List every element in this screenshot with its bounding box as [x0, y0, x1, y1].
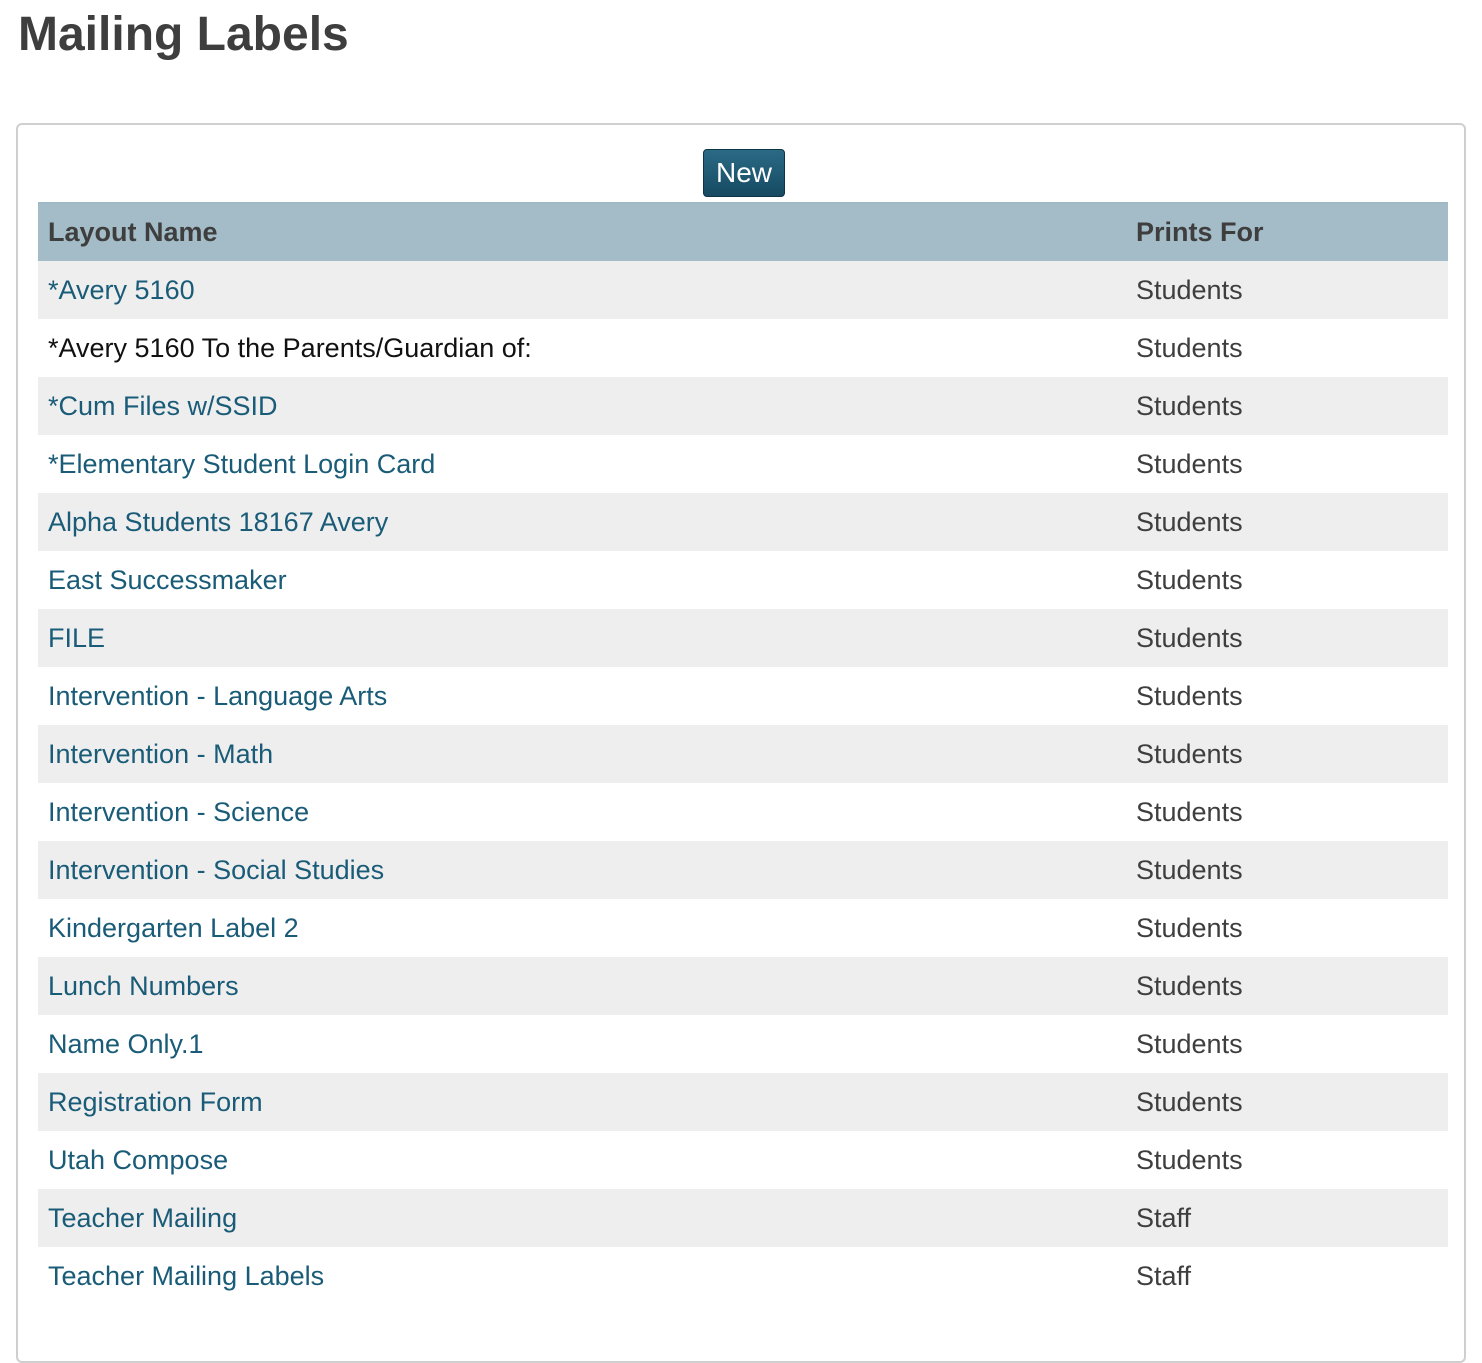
layout-name-text: *Avery 5160 To the Parents/Guardian of:	[48, 332, 532, 363]
table-row: *Avery 5160 To the Parents/Guardian of: S…	[38, 319, 1448, 377]
prints-for-cell: Students	[1126, 667, 1448, 725]
layout-link[interactable]: Utah Compose	[48, 1145, 228, 1175]
table-row: FILE Students	[38, 609, 1448, 667]
layout-link[interactable]: Lunch Numbers	[48, 971, 239, 1001]
table-row: Teacher Mailing Labels Staff	[38, 1247, 1448, 1305]
table-row: Intervention - Science Students	[38, 783, 1448, 841]
prints-for-cell: Students	[1126, 783, 1448, 841]
column-header-layout-name[interactable]: Layout Name	[38, 202, 1126, 261]
layout-link[interactable]: Registration Form	[48, 1087, 263, 1117]
layout-name-cell: *Cum Files w/SSID	[38, 377, 1126, 435]
table-header-row: Layout Name Prints For	[38, 202, 1448, 261]
table-row: Intervention - Language Arts Students	[38, 667, 1448, 725]
layout-link[interactable]: Intervention - Math	[48, 739, 273, 769]
layout-name-cell: Lunch Numbers	[38, 957, 1126, 1015]
layout-name-cell: Intervention - Language Arts	[38, 667, 1126, 725]
layout-name-cell: Registration Form	[38, 1073, 1126, 1131]
table-row: Teacher Mailing Staff	[38, 1189, 1448, 1247]
prints-for-cell: Students	[1126, 319, 1448, 377]
new-button[interactable]: New	[703, 149, 785, 197]
layout-name-cell: East Successmaker	[38, 551, 1126, 609]
layout-name-cell: *Elementary Student Login Card	[38, 435, 1126, 493]
table-row: *Elementary Student Login Card Students	[38, 435, 1448, 493]
layout-link[interactable]: Teacher Mailing	[48, 1203, 237, 1233]
layout-name-cell: *Avery 5160 To the Parents/Guardian of:	[38, 319, 1126, 377]
prints-for-cell: Students	[1126, 261, 1448, 319]
layout-link[interactable]: Intervention - Language Arts	[48, 681, 387, 711]
layout-link[interactable]: Teacher Mailing Labels	[48, 1261, 324, 1291]
layout-link[interactable]: Intervention - Science	[48, 797, 309, 827]
layout-name-cell: Alpha Students 18167 Avery	[38, 493, 1126, 551]
table-row: Lunch Numbers Students	[38, 957, 1448, 1015]
table-row: Kindergarten Label 2 Students	[38, 899, 1448, 957]
layout-name-cell: Teacher Mailing	[38, 1189, 1126, 1247]
prints-for-cell: Students	[1126, 551, 1448, 609]
table-row: East Successmaker Students	[38, 551, 1448, 609]
layout-name-cell: Intervention - Math	[38, 725, 1126, 783]
table-row: Registration Form Students	[38, 1073, 1448, 1131]
table-row: Intervention - Social Studies Students	[38, 841, 1448, 899]
table-row: Name Only.1 Students	[38, 1015, 1448, 1073]
prints-for-cell: Students	[1126, 609, 1448, 667]
prints-for-cell: Staff	[1126, 1189, 1448, 1247]
layout-link[interactable]: Intervention - Social Studies	[48, 855, 384, 885]
layout-name-cell: *Avery 5160	[38, 261, 1126, 319]
layout-link[interactable]: *Elementary Student Login Card	[48, 449, 435, 479]
layout-link[interactable]: FILE	[48, 623, 105, 653]
layout-name-cell: Teacher Mailing Labels	[38, 1247, 1126, 1305]
prints-for-cell: Students	[1126, 841, 1448, 899]
prints-for-cell: Students	[1126, 899, 1448, 957]
layout-name-cell: Kindergarten Label 2	[38, 899, 1126, 957]
prints-for-cell: Students	[1126, 957, 1448, 1015]
table-row: Utah Compose Students	[38, 1131, 1448, 1189]
prints-for-cell: Students	[1126, 1131, 1448, 1189]
layouts-table: Layout Name Prints For *Avery 5160 Studen…	[38, 202, 1448, 1305]
layout-name-cell: Intervention - Science	[38, 783, 1126, 841]
layout-link[interactable]: *Avery 5160	[48, 275, 195, 305]
layout-name-cell: Intervention - Social Studies	[38, 841, 1126, 899]
table-body: *Avery 5160 Students *Avery 5160 To the Pa…	[38, 261, 1448, 1305]
layout-name-cell: Utah Compose	[38, 1131, 1126, 1189]
prints-for-cell: Staff	[1126, 1247, 1448, 1305]
table-row: Intervention - Math Students	[38, 725, 1448, 783]
prints-for-cell: Students	[1126, 1015, 1448, 1073]
page-title: Mailing Labels	[18, 8, 349, 61]
layout-link[interactable]: Alpha Students 18167 Avery	[48, 507, 388, 537]
layout-name-cell: FILE	[38, 609, 1126, 667]
prints-for-cell: Students	[1126, 725, 1448, 783]
layout-link[interactable]: Name Only.1	[48, 1029, 204, 1059]
mailing-labels-panel: New Layout Name Prints For *Avery 5160 St…	[16, 123, 1466, 1363]
prints-for-cell: Students	[1126, 377, 1448, 435]
layout-link[interactable]: Kindergarten Label 2	[48, 913, 299, 943]
table-row: *Cum Files w/SSID Students	[38, 377, 1448, 435]
layout-name-cell: Name Only.1	[38, 1015, 1126, 1073]
prints-for-cell: Students	[1126, 493, 1448, 551]
prints-for-cell: Students	[1126, 435, 1448, 493]
layout-link[interactable]: *Cum Files w/SSID	[48, 391, 278, 421]
prints-for-cell: Students	[1126, 1073, 1448, 1131]
column-header-prints-for[interactable]: Prints For	[1126, 202, 1448, 261]
layout-link[interactable]: East Successmaker	[48, 565, 287, 595]
table-row: Alpha Students 18167 Avery Students	[38, 493, 1448, 551]
table-row: *Avery 5160 Students	[38, 261, 1448, 319]
